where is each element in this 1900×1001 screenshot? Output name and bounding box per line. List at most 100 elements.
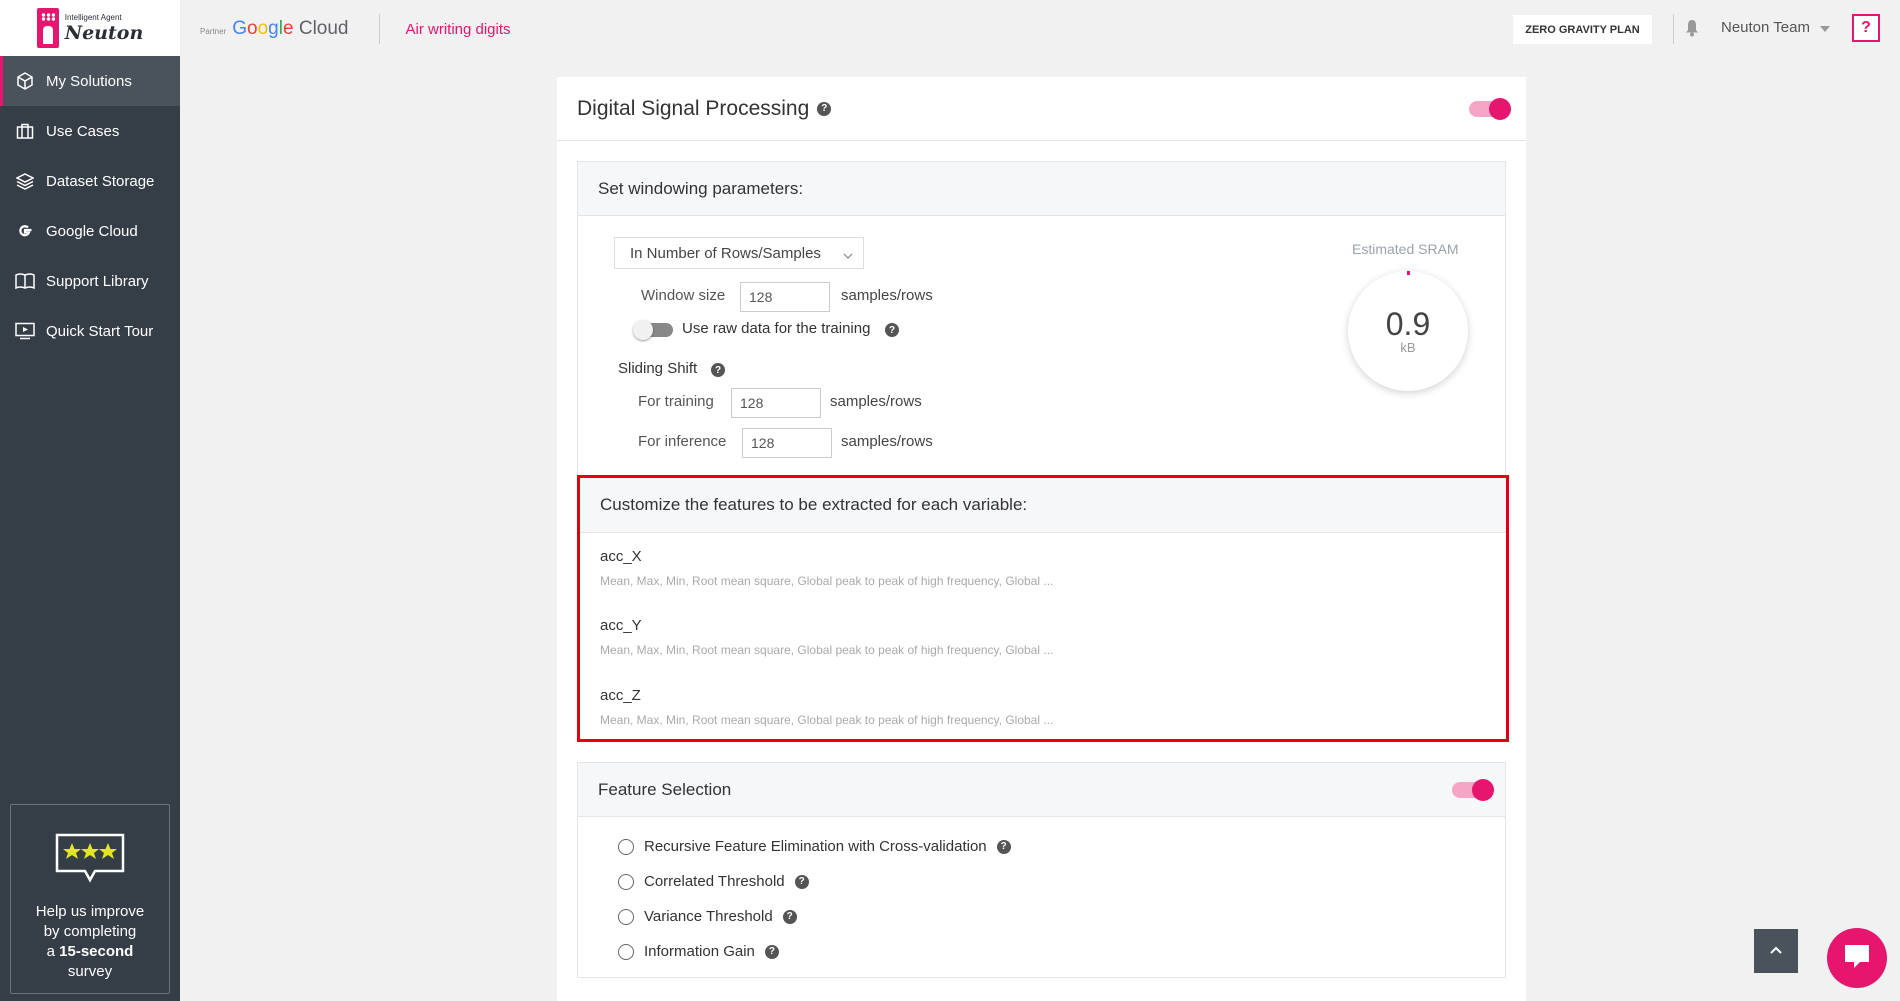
windowing-heading: Set windowing parameters: [578,162,1505,216]
topbar-divider [378,14,380,44]
sram-unit: kB [1400,339,1416,355]
toggle-knob [633,320,653,340]
sram-gauge-tick [1407,271,1410,275]
for-inference-label: For inference [638,433,727,450]
chevron-down-icon [843,247,853,264]
raw-data-toggle[interactable] [633,320,673,340]
plan-button[interactable]: ZERO GRAVITY PLAN [1513,15,1652,44]
for-training-unit: samples/rows [830,393,922,410]
window-size-label: Window size [641,287,726,304]
radio-button[interactable] [618,873,634,890]
sidebar-item-support-library[interactable]: Support Library [0,256,180,306]
question-icon[interactable]: ? [996,839,1011,854]
topbar-divider [1673,14,1674,44]
google-icon [14,220,36,242]
feature-customization-heading: Customize the features to be extracted f… [580,478,1506,533]
play-screen-icon [14,320,36,342]
window-size-unit: samples/rows [841,287,933,304]
sidebar-item-label: Dataset Storage [46,172,155,190]
partner-label: Partner [200,27,227,36]
radio-label: Recursive Feature Elimination with Cross… [644,838,987,855]
topbar: Partner Google Cloud Air writing digits … [180,0,1900,58]
chat-bubble-icon [1842,942,1872,975]
for-inference-input[interactable] [742,428,832,458]
question-icon[interactable]: ? [764,944,779,959]
neuton-logo-icon [36,8,59,48]
radio-correlated-threshold[interactable]: Correlated Threshold ? [618,873,809,890]
radio-button[interactable] [618,943,634,960]
sidebar-item-my-solutions[interactable]: My Solutions [0,56,180,106]
user-menu[interactable]: Neuton Team [1721,19,1830,36]
bell-icon[interactable] [1685,19,1699,42]
feature-customization-panel: Customize the features to be extracted f… [577,475,1509,742]
radio-button[interactable] [618,908,634,925]
sidebar: Intelligent Agent Neuton My Solutions Us… [0,0,180,1001]
for-inference-unit: samples/rows [841,433,933,450]
sidebar-item-label: Use Cases [46,122,120,140]
survey-duration: 15-second [59,943,134,960]
neuton-logo[interactable]: Intelligent Agent Neuton [0,0,180,56]
page-title: Digital Signal Processing [577,96,810,120]
sidebar-item-label: My Solutions [46,72,132,90]
question-icon[interactable]: ? [817,101,832,116]
survey-line-1: Help us improve [35,903,145,920]
question-icon[interactable]: ? [711,363,725,377]
radio-label: Variance Threshold [644,908,773,925]
sidebar-item-google-cloud[interactable]: Google Cloud [0,206,180,256]
variable-name: acc_Y [600,617,642,634]
google-cloud-partner-logo: Partner Google Cloud [200,18,349,40]
variable-feature-summary: Mean, Max, Min, Root mean square, Global… [600,713,1054,727]
sidebar-item-quick-start-tour[interactable]: Quick Start Tour [0,306,180,356]
survey-line-2: by completing [43,923,137,940]
chevron-up-icon [1769,942,1783,960]
radio-label: Correlated Threshold [644,873,785,890]
variable-feature-summary: Mean, Max, Min, Root mean square, Global… [600,574,1054,588]
cloud-label: Cloud [298,18,349,39]
radio-label: Information Gain [644,943,755,960]
radio-variance-threshold[interactable]: Variance Threshold ? [618,908,797,925]
scroll-to-top-button[interactable] [1754,929,1798,973]
variable-name: acc_X [600,548,642,565]
feature-selection-heading: Feature Selection [578,763,1505,817]
user-name: Neuton Team [1721,19,1810,36]
question-icon[interactable]: ? [782,909,797,924]
for-training-input[interactable] [731,388,821,418]
question-icon[interactable]: ? [885,323,899,337]
rating-stars-icon [55,833,125,888]
chat-button[interactable] [1827,928,1887,988]
variable-feature-summary: Mean, Max, Min, Root mean square, Global… [600,643,1054,657]
layers-icon [14,170,36,192]
radio-information-gain[interactable]: Information Gain ? [618,943,779,960]
cube-icon [14,70,36,92]
radio-rfecv[interactable]: Recursive Feature Elimination with Cross… [618,838,1011,855]
book-icon [14,270,36,292]
dsp-card-header: Digital Signal Processing ? [557,77,1526,141]
feature-selection-toggle[interactable] [1452,779,1494,801]
radio-button[interactable] [618,838,634,855]
sliding-shift-label: Sliding Shift [618,360,698,377]
sram-gauge: 0.9 kB [1348,271,1468,391]
toggle-knob [1472,779,1494,801]
variable-name: acc_Z [600,687,641,704]
window-mode-select[interactable]: In Number of Rows/Samples [614,237,864,269]
sidebar-item-dataset-storage[interactable]: Dataset Storage [0,156,180,206]
raw-data-label: Use raw data for the training [682,320,871,337]
help-button[interactable]: ? [1852,14,1880,42]
survey-banner[interactable]: Help us improve by completing a 15-secon… [10,804,170,994]
survey-line-4: survey [67,963,113,980]
google-cloud-wordmark: Google Cloud [232,18,349,39]
sidebar-item-label: Quick Start Tour [46,322,154,340]
survey-line-3: a [46,943,60,960]
feature-selection-panel: Feature Selection Recursive Feature Elim… [577,762,1506,978]
window-size-input[interactable] [740,282,830,312]
briefcase-icon [14,120,36,142]
question-icon[interactable]: ? [794,874,809,889]
sidebar-item-label: Google Cloud [46,222,138,240]
logo-name: Neuton [64,22,144,44]
dsp-toggle[interactable] [1469,98,1511,120]
toggle-knob [1489,98,1511,120]
for-training-label: For training [638,393,714,410]
sidebar-item-use-cases[interactable]: Use Cases [0,106,180,156]
solution-name[interactable]: Air writing digits [406,21,511,38]
sidebar-item-label: Support Library [46,272,149,290]
